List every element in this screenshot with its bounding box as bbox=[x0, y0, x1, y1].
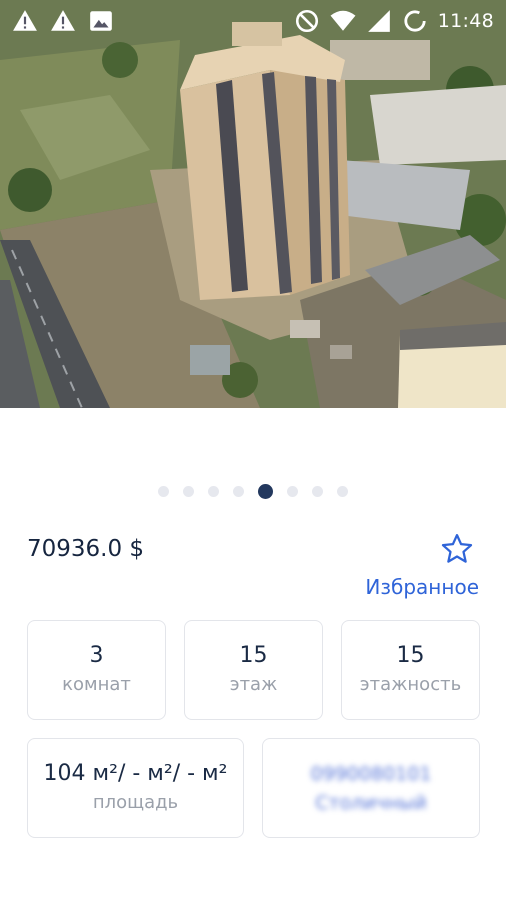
area-label: площадь bbox=[92, 792, 179, 813]
floor-card: 15 этаж bbox=[184, 620, 323, 720]
floor-label: этаж bbox=[229, 674, 278, 695]
carousel-dot[interactable] bbox=[233, 486, 244, 497]
carousel-dot[interactable] bbox=[337, 486, 348, 497]
listing-photo[interactable]: 11:48 bbox=[0, 0, 506, 408]
sync-icon bbox=[404, 10, 426, 32]
rooms-card: 3 комнат bbox=[27, 620, 166, 720]
floor-value: 15 bbox=[239, 643, 268, 668]
rooms-value: 3 bbox=[89, 643, 104, 668]
area-card: 104 м²/ - м²/ - м² площадь bbox=[27, 738, 244, 838]
carousel-dot[interactable] bbox=[183, 486, 194, 497]
floors-total-card: 15 этажность bbox=[341, 620, 480, 720]
listing-price: 70936.0 $ bbox=[27, 536, 145, 562]
warning-icon bbox=[51, 10, 75, 31]
rooms-label: комнат bbox=[62, 674, 131, 695]
area-value: 104 м²/ - м²/ - м² bbox=[43, 761, 228, 786]
warning-icon bbox=[13, 10, 37, 31]
floors-total-label: этажность bbox=[359, 674, 462, 695]
contact-phone[interactable]: 0990080101 bbox=[311, 759, 432, 789]
status-time: 11:48 bbox=[437, 10, 494, 32]
carousel-dot[interactable] bbox=[158, 486, 169, 497]
carousel-dot[interactable] bbox=[287, 486, 298, 497]
wifi-icon bbox=[330, 10, 356, 31]
carousel-dot-active[interactable] bbox=[258, 484, 273, 499]
contact-card[interactable]: 0990080101 Столичный bbox=[262, 738, 480, 838]
do-not-disturb-icon bbox=[295, 9, 318, 33]
aerial-photo-illustration bbox=[0, 0, 506, 408]
carousel-dot[interactable] bbox=[312, 486, 323, 497]
carousel-dot[interactable] bbox=[208, 486, 219, 497]
image-icon bbox=[90, 11, 112, 31]
contact-district: Столичный bbox=[315, 792, 427, 814]
favorite-button[interactable]: Избранное bbox=[365, 575, 479, 599]
floors-total-value: 15 bbox=[396, 643, 425, 668]
star-icon[interactable] bbox=[440, 532, 474, 566]
carousel-indicator[interactable] bbox=[0, 484, 506, 499]
cell-signal-icon bbox=[367, 10, 390, 32]
status-bar: 11:48 bbox=[0, 0, 506, 42]
